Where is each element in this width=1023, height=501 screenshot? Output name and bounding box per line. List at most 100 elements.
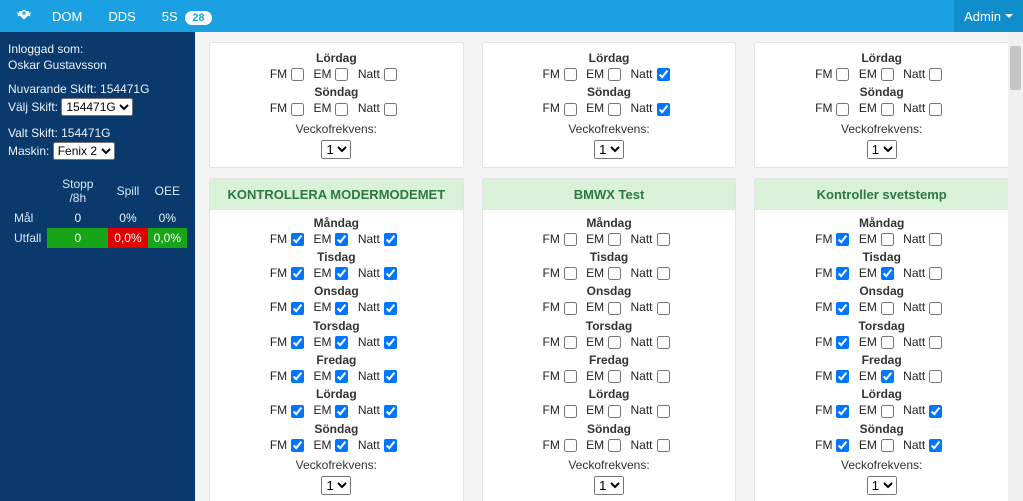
fm-checkbox[interactable]: [564, 439, 577, 452]
loggedin-user: Oskar Gustavsson: [8, 58, 187, 72]
natt-label: Natt: [631, 101, 653, 115]
em-checkbox[interactable]: [881, 68, 894, 81]
em-checkbox[interactable]: [608, 103, 621, 116]
nav-5s[interactable]: 5S 28: [162, 9, 212, 24]
natt-checkbox[interactable]: [657, 439, 670, 452]
fm-checkbox[interactable]: [291, 68, 304, 81]
natt-checkbox[interactable]: [929, 233, 942, 246]
em-checkbox[interactable]: [608, 405, 621, 418]
natt-checkbox[interactable]: [384, 439, 397, 452]
fm-checkbox[interactable]: [564, 405, 577, 418]
em-checkbox[interactable]: [335, 267, 348, 280]
em-checkbox[interactable]: [881, 439, 894, 452]
scrollbar[interactable]: [1008, 32, 1023, 501]
scrollbar-thumb[interactable]: [1010, 46, 1021, 90]
em-checkbox[interactable]: [335, 439, 348, 452]
fm-checkbox[interactable]: [564, 103, 577, 116]
fm-checkbox[interactable]: [836, 336, 849, 349]
em-checkbox[interactable]: [335, 405, 348, 418]
fm-checkbox[interactable]: [564, 336, 577, 349]
fm-checkbox[interactable]: [291, 302, 304, 315]
em-checkbox[interactable]: [881, 103, 894, 116]
natt-checkbox[interactable]: [657, 336, 670, 349]
natt-checkbox[interactable]: [657, 405, 670, 418]
nav-dds[interactable]: DDS: [108, 9, 135, 24]
em-checkbox[interactable]: [335, 336, 348, 349]
admin-menu[interactable]: Admin: [954, 0, 1023, 32]
nav-dom[interactable]: DOM: [52, 9, 82, 24]
em-checkbox[interactable]: [881, 233, 894, 246]
freq-select[interactable]: 1: [321, 476, 351, 495]
fm-checkbox[interactable]: [836, 267, 849, 280]
em-checkbox[interactable]: [335, 370, 348, 383]
fm-checkbox[interactable]: [836, 439, 849, 452]
em-checkbox[interactable]: [335, 68, 348, 81]
em-checkbox[interactable]: [881, 267, 894, 280]
freq-select[interactable]: 1: [594, 140, 624, 159]
fm-checkbox[interactable]: [291, 336, 304, 349]
freq-select[interactable]: 1: [594, 476, 624, 495]
em-checkbox[interactable]: [881, 405, 894, 418]
fm-checkbox[interactable]: [564, 233, 577, 246]
natt-checkbox[interactable]: [384, 267, 397, 280]
em-checkbox[interactable]: [881, 336, 894, 349]
em-checkbox[interactable]: [608, 68, 621, 81]
natt-checkbox[interactable]: [929, 439, 942, 452]
natt-checkbox[interactable]: [384, 103, 397, 116]
natt-checkbox[interactable]: [657, 68, 670, 81]
em-checkbox[interactable]: [881, 370, 894, 383]
natt-checkbox[interactable]: [384, 68, 397, 81]
fm-checkbox[interactable]: [836, 103, 849, 116]
freq-select[interactable]: 1: [867, 476, 897, 495]
natt-checkbox[interactable]: [929, 370, 942, 383]
natt-checkbox[interactable]: [929, 103, 942, 116]
freq-select[interactable]: 1: [867, 140, 897, 159]
em-label: EM: [859, 438, 877, 452]
fm-checkbox[interactable]: [836, 302, 849, 315]
natt-checkbox[interactable]: [384, 405, 397, 418]
natt-checkbox[interactable]: [657, 267, 670, 280]
fm-checkbox[interactable]: [291, 405, 304, 418]
em-checkbox[interactable]: [608, 267, 621, 280]
fm-checkbox[interactable]: [564, 302, 577, 315]
fm-checkbox[interactable]: [836, 370, 849, 383]
em-checkbox[interactable]: [608, 233, 621, 246]
natt-checkbox[interactable]: [657, 103, 670, 116]
home-icon[interactable]: [14, 6, 34, 26]
natt-checkbox[interactable]: [929, 267, 942, 280]
em-checkbox[interactable]: [608, 336, 621, 349]
select-shift[interactable]: 154471G: [61, 98, 133, 116]
freq-select[interactable]: 1: [321, 140, 351, 159]
fm-checkbox[interactable]: [291, 103, 304, 116]
em-checkbox[interactable]: [608, 439, 621, 452]
fm-checkbox[interactable]: [564, 267, 577, 280]
fm-checkbox[interactable]: [291, 439, 304, 452]
natt-checkbox[interactable]: [384, 370, 397, 383]
em-checkbox[interactable]: [608, 302, 621, 315]
fm-checkbox[interactable]: [564, 370, 577, 383]
natt-checkbox[interactable]: [929, 336, 942, 349]
natt-checkbox[interactable]: [384, 233, 397, 246]
natt-checkbox[interactable]: [657, 233, 670, 246]
fm-checkbox[interactable]: [291, 233, 304, 246]
natt-checkbox[interactable]: [657, 302, 670, 315]
em-checkbox[interactable]: [608, 370, 621, 383]
em-checkbox[interactable]: [335, 302, 348, 315]
fm-checkbox[interactable]: [836, 233, 849, 246]
natt-checkbox[interactable]: [929, 405, 942, 418]
machine-select[interactable]: Fenix 2: [53, 142, 115, 160]
natt-label: Natt: [631, 438, 653, 452]
natt-checkbox[interactable]: [929, 302, 942, 315]
em-checkbox[interactable]: [335, 233, 348, 246]
natt-checkbox[interactable]: [384, 302, 397, 315]
fm-checkbox[interactable]: [291, 267, 304, 280]
em-checkbox[interactable]: [881, 302, 894, 315]
fm-checkbox[interactable]: [291, 370, 304, 383]
natt-checkbox[interactable]: [384, 336, 397, 349]
fm-checkbox[interactable]: [564, 68, 577, 81]
fm-checkbox[interactable]: [836, 405, 849, 418]
natt-checkbox[interactable]: [657, 370, 670, 383]
fm-checkbox[interactable]: [836, 68, 849, 81]
em-checkbox[interactable]: [335, 103, 348, 116]
natt-checkbox[interactable]: [929, 68, 942, 81]
